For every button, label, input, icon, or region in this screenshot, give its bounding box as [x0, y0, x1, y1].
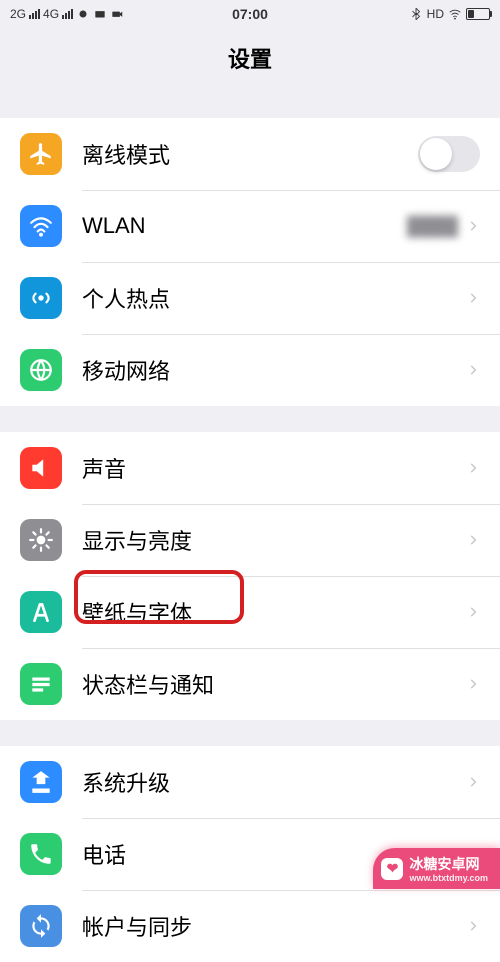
bluetooth-icon — [409, 7, 423, 21]
status-bar: 2G 4G 07:00 HD — [0, 0, 500, 28]
status-right: HD — [409, 7, 490, 21]
row-brightness[interactable]: 显示与亮度 — [0, 504, 500, 576]
globe-icon — [20, 349, 62, 391]
status-time: 07:00 — [232, 6, 268, 22]
row-statusbar-notify[interactable]: 状态栏与通知 — [0, 648, 500, 720]
row-wlan[interactable]: WLAN ████ — [0, 190, 500, 262]
airplane-icon — [20, 133, 62, 175]
chevron-right-icon — [466, 533, 480, 547]
row-airplane-mode[interactable]: 离线模式 — [0, 118, 500, 190]
camera-icon — [110, 7, 124, 21]
wifi-icon — [20, 205, 62, 247]
update-icon — [20, 761, 62, 803]
network-2-label: 4G — [43, 7, 59, 21]
hd-label: HD — [427, 7, 444, 21]
row-update[interactable]: 系统升级 — [0, 746, 500, 818]
chevron-right-icon — [466, 219, 480, 233]
status-left: 2G 4G — [10, 7, 124, 21]
wlan-value: ████ — [407, 216, 458, 237]
row-label: 系统升级 — [82, 766, 466, 798]
signal-icon-1 — [29, 9, 40, 19]
airplane-toggle[interactable] — [418, 136, 480, 172]
speaker-icon — [20, 447, 62, 489]
row-label: WLAN — [82, 213, 407, 239]
brightness-icon — [20, 519, 62, 561]
row-label: 声音 — [82, 452, 466, 484]
signal-icon-2 — [62, 9, 73, 19]
moon-icon — [76, 7, 90, 21]
chevron-right-icon — [466, 291, 480, 305]
chevron-right-icon — [466, 677, 480, 691]
chevron-right-icon — [466, 775, 480, 789]
watermark-logo-icon: ❤ — [381, 858, 403, 880]
mail-icon — [93, 7, 107, 21]
row-label: 离线模式 — [82, 138, 418, 170]
row-sound[interactable]: 声音 — [0, 432, 500, 504]
sync-icon — [20, 905, 62, 947]
statusbar-icon — [20, 663, 62, 705]
row-label: 个人热点 — [82, 282, 466, 314]
network-1-label: 2G — [10, 7, 26, 21]
row-label: 帐户与同步 — [82, 910, 466, 942]
chevron-right-icon — [466, 461, 480, 475]
row-label: 显示与亮度 — [82, 524, 466, 556]
section-display: 声音 显示与亮度 壁纸与字体 状态栏与通知 — [0, 432, 500, 720]
chevron-right-icon — [466, 605, 480, 619]
hotspot-icon — [20, 277, 62, 319]
battery-icon — [466, 8, 490, 20]
watermark-sub: www.btxtdmy.com — [409, 874, 488, 883]
watermark: ❤ 冰糖安卓网 www.btxtdmy.com — [373, 848, 500, 889]
section-network: 离线模式 WLAN ████ 个人热点 移动网络 — [0, 118, 500, 406]
row-label: 移动网络 — [82, 354, 466, 386]
row-wallpaper-font[interactable]: 壁纸与字体 — [0, 576, 500, 648]
row-sync[interactable]: 帐户与同步 — [0, 890, 500, 962]
row-hotspot[interactable]: 个人热点 — [0, 262, 500, 334]
row-mobile-network[interactable]: 移动网络 — [0, 334, 500, 406]
chevron-right-icon — [466, 363, 480, 377]
row-label: 状态栏与通知 — [82, 668, 466, 700]
font-icon — [20, 591, 62, 633]
watermark-main: 冰糖安卓网 — [409, 856, 479, 872]
chevron-right-icon — [466, 919, 480, 933]
row-label: 壁纸与字体 — [82, 596, 466, 628]
page-title: 设置 — [0, 28, 500, 92]
wifi-status-icon — [448, 7, 462, 21]
phone-icon — [20, 833, 62, 875]
